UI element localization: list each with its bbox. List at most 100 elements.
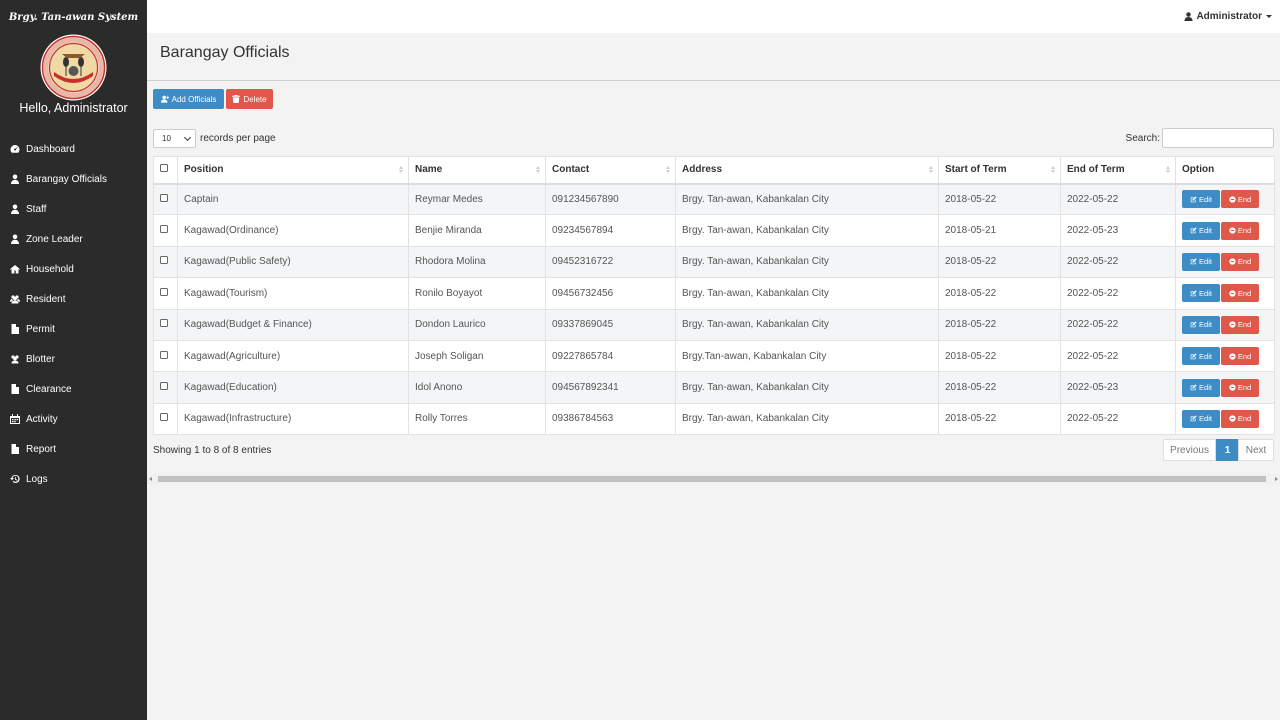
row-select-cell bbox=[153, 245, 178, 279]
column-header-start-of-term[interactable]: Start of Term bbox=[938, 156, 1061, 185]
edit-icon bbox=[1190, 415, 1197, 422]
minus-circle-icon bbox=[1229, 352, 1236, 360]
row-checkbox[interactable] bbox=[160, 413, 168, 422]
row-checkbox[interactable] bbox=[160, 382, 168, 391]
sidebar-item-zone-leader[interactable]: Zone Leader bbox=[0, 224, 147, 254]
user-menu[interactable]: Administrator bbox=[1184, 11, 1272, 22]
sidebar-item-staff[interactable]: Staff bbox=[0, 194, 147, 224]
sidebar-item-label: Logs bbox=[26, 473, 48, 485]
edit-icon bbox=[1190, 321, 1197, 328]
end-button[interactable]: End bbox=[1221, 409, 1259, 428]
horizontal-scrollbar[interactable] bbox=[147, 474, 1280, 484]
previous-page-button[interactable]: Previous bbox=[1163, 439, 1216, 461]
sidebar-item-label: Household bbox=[26, 263, 74, 275]
end-button[interactable]: End bbox=[1221, 284, 1259, 303]
main-content: Add Officials Delete 10 records per page… bbox=[147, 82, 1280, 720]
sidebar-item-blotter[interactable]: Blotter bbox=[0, 344, 147, 374]
trash-icon bbox=[232, 95, 241, 103]
cell-address: Brgy. Tan-awan, Kabankalan City bbox=[675, 277, 939, 310]
sidebar-item-resident[interactable]: Resident bbox=[0, 284, 147, 314]
user-icon bbox=[1184, 12, 1193, 21]
edit-button[interactable]: Edit bbox=[1182, 284, 1220, 303]
cell-position: Kagawad(Infrastructure) bbox=[177, 402, 409, 436]
table-row: Kagawad(Ordinance) Benjie Miranda 09234567… bbox=[153, 214, 1275, 247]
barangay-logo bbox=[40, 34, 107, 101]
row-select-cell bbox=[153, 402, 178, 436]
edit-icon bbox=[1190, 384, 1197, 391]
column-header-address[interactable]: Address bbox=[675, 156, 939, 185]
scroll-left-icon[interactable] bbox=[149, 477, 152, 481]
sidebar-item-label: Clearance bbox=[26, 383, 72, 395]
column-header-contact[interactable]: Contact bbox=[545, 156, 676, 185]
select-all-header bbox=[153, 156, 178, 185]
sidebar-item-permit[interactable]: Permit bbox=[0, 314, 147, 344]
cell-name: Rolly Torres bbox=[408, 402, 546, 436]
add-officials-button[interactable]: Add Officials bbox=[153, 89, 224, 109]
row-checkbox[interactable] bbox=[160, 256, 168, 265]
sort-icon bbox=[929, 166, 934, 173]
edit-label: Edit bbox=[1199, 226, 1212, 236]
edit-button[interactable]: Edit bbox=[1182, 315, 1220, 334]
end-button[interactable]: End bbox=[1221, 221, 1259, 240]
sidebar-item-barangay-officials[interactable]: Barangay Officials bbox=[0, 164, 147, 194]
sidebar-item-report[interactable]: Report bbox=[0, 434, 147, 464]
row-checkbox[interactable] bbox=[160, 225, 168, 234]
table-search: Search: bbox=[1126, 128, 1274, 148]
row-checkbox[interactable] bbox=[160, 350, 168, 359]
end-label: End bbox=[1237, 194, 1252, 204]
end-button[interactable]: End bbox=[1221, 190, 1259, 209]
next-page-button[interactable]: Next bbox=[1238, 439, 1274, 461]
edit-button[interactable]: Edit bbox=[1182, 221, 1220, 240]
page-length-select[interactable]: 10 bbox=[153, 129, 196, 148]
end-button[interactable]: End bbox=[1221, 347, 1259, 366]
scrollbar-thumb[interactable] bbox=[158, 476, 1266, 482]
table-header-row: Position Name Contact Address Start of T… bbox=[153, 156, 1275, 185]
sidebar-item-label: Activity bbox=[26, 413, 58, 425]
edit-button[interactable]: Edit bbox=[1182, 347, 1220, 366]
end-label: End bbox=[1237, 257, 1252, 267]
edit-button[interactable]: Edit bbox=[1182, 252, 1220, 271]
minus-circle-icon bbox=[1229, 290, 1236, 297]
edit-button[interactable]: Edit bbox=[1182, 409, 1220, 428]
row-checkbox[interactable] bbox=[160, 193, 168, 202]
row-checkbox[interactable] bbox=[160, 319, 168, 328]
sort-icon bbox=[1051, 166, 1056, 173]
cell-contact: 09227865784 bbox=[545, 339, 676, 373]
column-header-name[interactable]: Name bbox=[408, 156, 546, 185]
end-button[interactable]: End bbox=[1221, 252, 1259, 271]
edit-button[interactable]: Edit bbox=[1182, 190, 1220, 209]
column-header-position[interactable]: Position bbox=[177, 156, 409, 185]
sidebar-item-logs[interactable]: Logs bbox=[0, 464, 147, 494]
sidebar-item-label: Permit bbox=[26, 323, 55, 335]
column-header-end-of-term[interactable]: End of Term bbox=[1060, 156, 1176, 185]
page-1-button[interactable]: 1 bbox=[1216, 439, 1239, 461]
select-all-checkbox[interactable] bbox=[160, 164, 168, 173]
edit-label: Edit bbox=[1199, 320, 1212, 330]
page-header: Barangay Officials bbox=[147, 33, 1280, 81]
minus-circle-icon bbox=[1229, 321, 1236, 328]
sidebar-item-household[interactable]: Household bbox=[0, 254, 147, 284]
table-row: Captain Reymar Medes 091234567890 Brgy. Tan… bbox=[153, 182, 1275, 216]
add-officials-label: Add Officials bbox=[171, 94, 217, 104]
cell-position: Captain bbox=[177, 182, 409, 216]
cell-start-of-term: 2018-05-22 bbox=[938, 277, 1061, 310]
row-checkbox[interactable] bbox=[160, 287, 168, 296]
cell-name: Ronilo Boyayot bbox=[408, 277, 546, 310]
end-label: End bbox=[1237, 414, 1252, 424]
delete-button[interactable]: Delete bbox=[226, 89, 273, 109]
officials-table: Position Name Contact Address Start of T… bbox=[153, 156, 1275, 436]
dashboard-icon bbox=[10, 144, 26, 154]
edit-button[interactable]: Edit bbox=[1182, 378, 1220, 397]
end-button[interactable]: End bbox=[1221, 315, 1259, 334]
sidebar-item-activity[interactable]: Activity bbox=[0, 404, 147, 434]
search-input[interactable] bbox=[1162, 128, 1274, 148]
sidebar-item-clearance[interactable]: Clearance bbox=[0, 374, 147, 404]
sidebar-item-dashboard[interactable]: Dashboard bbox=[0, 134, 147, 164]
cell-end-of-term: 2022-05-22 bbox=[1060, 339, 1176, 373]
sidebar-item-label: Blotter bbox=[26, 353, 55, 365]
scroll-right-icon[interactable] bbox=[1275, 477, 1278, 481]
end-button[interactable]: End bbox=[1221, 378, 1259, 397]
minus-circle-icon bbox=[1229, 196, 1236, 203]
cell-address: Brgy. Tan-awan, Kabankalan City bbox=[675, 214, 939, 247]
row-select-cell bbox=[153, 182, 178, 216]
